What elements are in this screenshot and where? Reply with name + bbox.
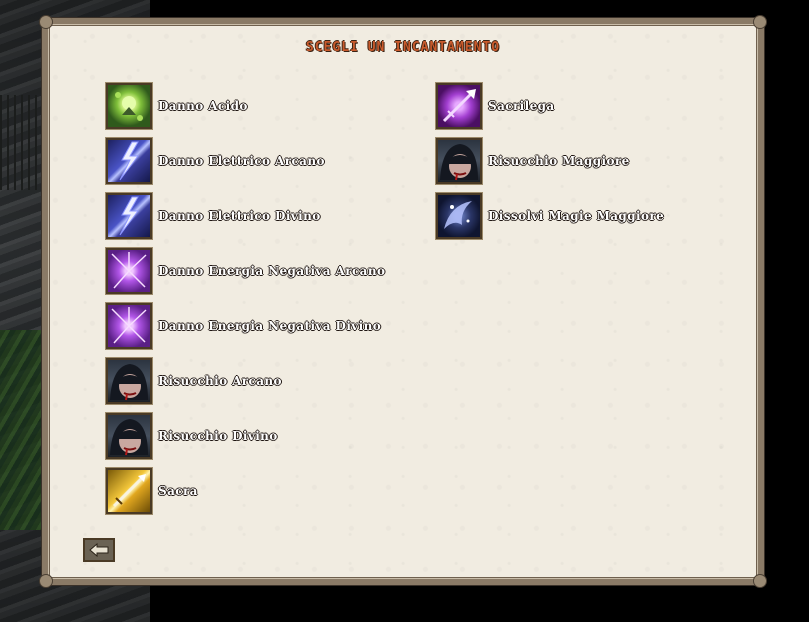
option-risucchio-arcano[interactable]: Risucchio Arcano xyxy=(105,357,282,405)
corner-ornament xyxy=(753,15,767,29)
negative-energy-icon xyxy=(105,302,153,350)
acid-damage-icon xyxy=(105,82,153,130)
option-label: Sacrilega xyxy=(488,99,555,113)
lightning-icon xyxy=(105,192,153,240)
option-dissolvi-magie-maggiore[interactable]: Dissolvi Magie Maggiore xyxy=(435,192,665,240)
option-label: Danno Energia Negativa Arcano xyxy=(158,264,386,278)
holy-weapon-icon xyxy=(105,467,153,515)
dialog-title: SCEGLI UN INCANTAMENTO xyxy=(305,40,501,55)
option-sacra[interactable]: Sacra xyxy=(105,467,198,515)
option-risucchio-maggiore[interactable]: Risucchio Maggiore xyxy=(435,137,630,185)
hooded-vampire-icon xyxy=(105,412,153,460)
corner-ornament xyxy=(39,574,53,588)
enchantment-dialog: SCEGLI UN INCANTAMENTO Danno Acido Danno… xyxy=(39,15,767,588)
option-danno-energia-negativa-divino[interactable]: Danno Energia Negativa Divino xyxy=(105,302,382,350)
option-label: Danno Energia Negativa Divino xyxy=(158,319,382,333)
option-label: Dissolvi Magie Maggiore xyxy=(488,209,665,223)
hooded-vampire-icon xyxy=(105,357,153,405)
option-label: Danno Acido xyxy=(158,99,248,113)
corner-ornament xyxy=(39,15,53,29)
option-label: Risucchio Maggiore xyxy=(488,154,630,168)
lightning-icon xyxy=(105,137,153,185)
option-danno-energia-negativa-arcano[interactable]: Danno Energia Negativa Arcano xyxy=(105,247,386,295)
iron-fence xyxy=(0,95,45,190)
back-button[interactable] xyxy=(83,538,115,562)
option-sacrilega[interactable]: Sacrilega xyxy=(435,82,555,130)
corner-ornament xyxy=(753,574,767,588)
hooded-vampire-icon xyxy=(435,137,483,185)
option-label: Danno Elettrico Divino xyxy=(158,209,321,223)
option-label: Risucchio Arcano xyxy=(158,374,282,388)
dispel-magic-icon xyxy=(435,192,483,240)
option-label: Sacra xyxy=(158,484,198,498)
unholy-weapon-icon xyxy=(435,82,483,130)
option-risucchio-divino[interactable]: Risucchio Divino xyxy=(105,412,278,460)
negative-energy-icon xyxy=(105,247,153,295)
option-label: Risucchio Divino xyxy=(158,429,278,443)
back-arrow-icon xyxy=(89,543,109,557)
option-danno-elettrico-divino[interactable]: Danno Elettrico Divino xyxy=(105,192,321,240)
option-label: Danno Elettrico Arcano xyxy=(158,154,325,168)
option-danno-acido[interactable]: Danno Acido xyxy=(105,82,248,130)
option-danno-elettrico-arcano[interactable]: Danno Elettrico Arcano xyxy=(105,137,325,185)
